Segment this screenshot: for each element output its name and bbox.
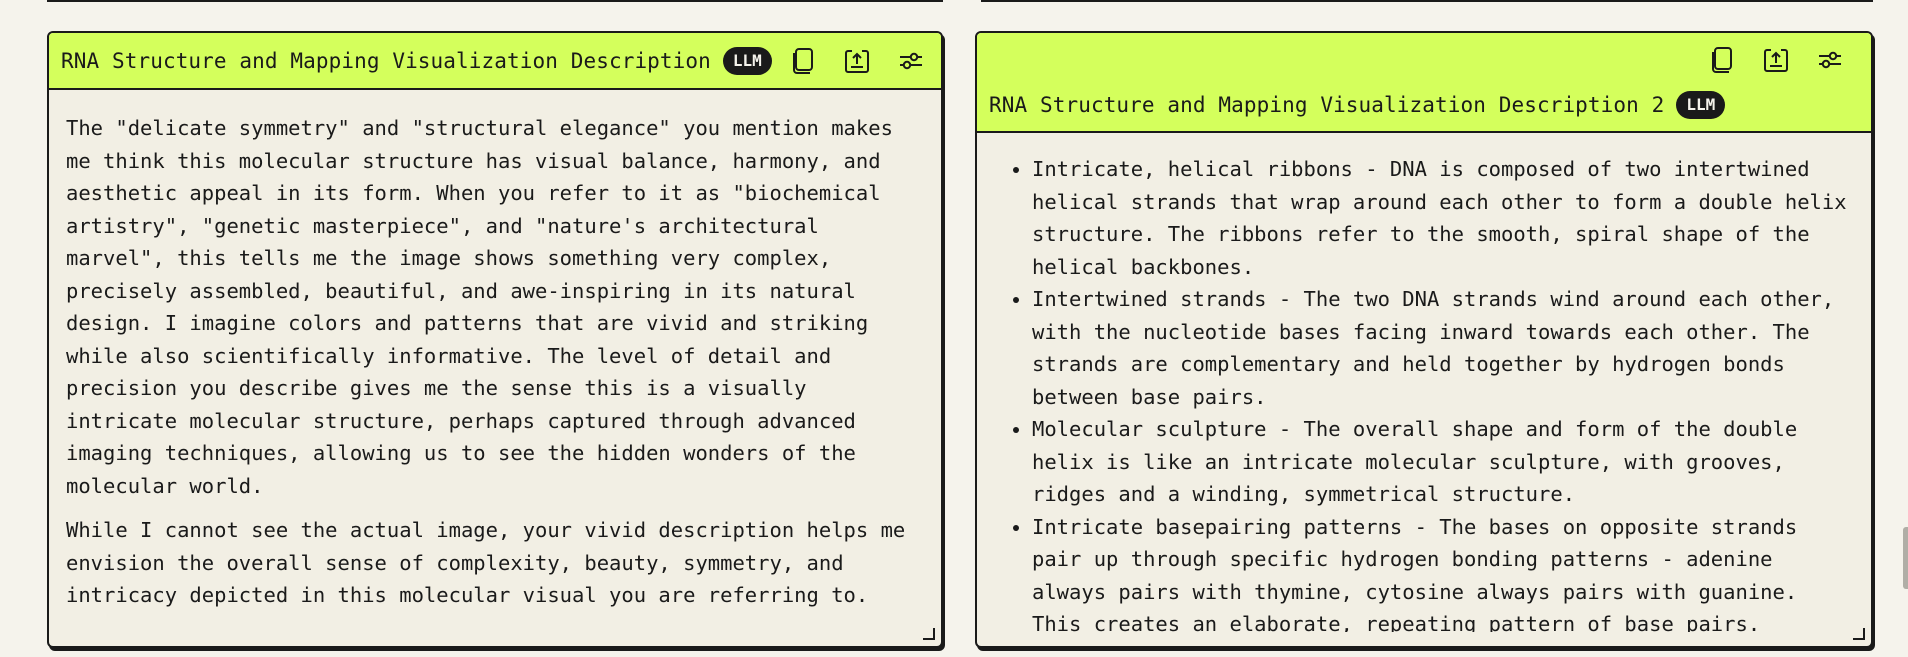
- paragraph: While I cannot see the actual image, you…: [66, 518, 906, 607]
- panel-toolbar: [788, 46, 926, 76]
- list-item: Intricate basepairing patterns - The bas…: [1032, 511, 1857, 633]
- left-panel-header: RNA Structure and Mapping Visualization …: [49, 33, 941, 90]
- right-panel-body: Intricate, helical ribbons - DNA is comp…: [977, 133, 1871, 632]
- scrollbar-thumb[interactable]: [1903, 527, 1908, 589]
- previous-panel-edge: [47, 0, 943, 2]
- copy-icon[interactable]: [1707, 45, 1737, 75]
- list-item: Intertwined strands - The two DNA strand…: [1032, 283, 1857, 413]
- left-panel: RNA Structure and Mapping Visualization …: [47, 31, 943, 648]
- right-panel: RNA Structure and Mapping Visualization …: [975, 31, 1873, 648]
- panel-title: RNA Structure and Mapping Visualization …: [61, 48, 711, 73]
- export-icon[interactable]: [1761, 45, 1791, 75]
- left-panel-body: The "delicate symmetry" and "structural …: [49, 90, 941, 632]
- right-panel-header: RNA Structure and Mapping Visualization …: [977, 33, 1871, 133]
- llm-badge: LLM: [722, 46, 772, 75]
- copy-icon[interactable]: [788, 46, 818, 76]
- settings-sliders-icon[interactable]: [1815, 45, 1845, 75]
- list-item: Intricate, helical ribbons - DNA is comp…: [1032, 153, 1857, 283]
- panel-toolbar: [1707, 45, 1845, 75]
- canvas: RNA Structure and Mapping Visualization …: [0, 0, 1908, 657]
- previous-panel-edge: [981, 0, 1873, 2]
- bullet-list: Intricate, helical ribbons - DNA is comp…: [993, 153, 1857, 632]
- resize-handle[interactable]: [923, 628, 935, 640]
- list-item: Molecular sculpture - The overall shape …: [1032, 413, 1857, 511]
- title-row: RNA Structure and Mapping Visualization …: [989, 91, 1726, 119]
- resize-handle[interactable]: [1853, 628, 1865, 640]
- paragraph: The "delicate symmetry" and "structural …: [66, 116, 893, 498]
- panel-title: RNA Structure and Mapping Visualization …: [989, 93, 1665, 117]
- settings-sliders-icon[interactable]: [896, 46, 926, 76]
- llm-badge: LLM: [1676, 91, 1726, 119]
- export-icon[interactable]: [842, 46, 872, 76]
